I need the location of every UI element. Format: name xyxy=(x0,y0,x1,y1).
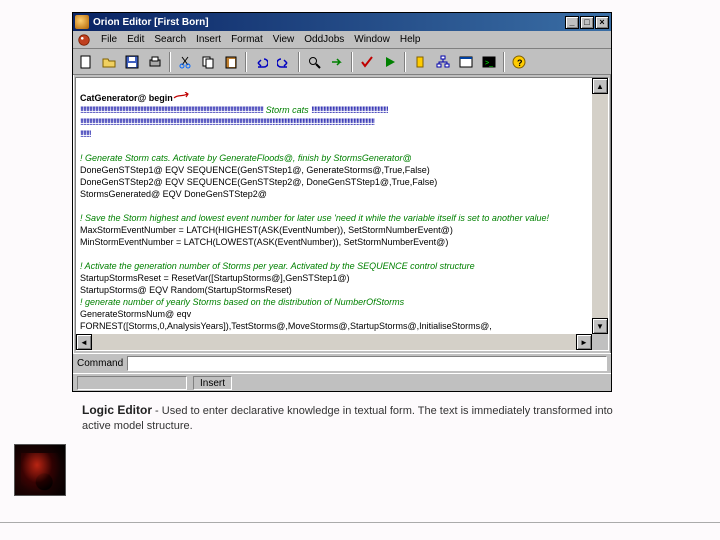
new-button[interactable] xyxy=(75,52,97,72)
menu-search[interactable]: Search xyxy=(154,34,186,45)
open-button[interactable] xyxy=(98,52,120,72)
scroll-right-button[interactable]: ► xyxy=(576,334,592,350)
scroll-up-button[interactable]: ▲ xyxy=(592,78,608,94)
menu-format[interactable]: Format xyxy=(231,34,263,45)
toolbar-separator xyxy=(298,52,300,72)
scroll-corner xyxy=(592,334,608,350)
horizontal-scrollbar[interactable]: ◄ ► xyxy=(76,334,592,350)
titlebar[interactable]: Orion Editor [First Born] _ □ × xyxy=(73,13,611,31)
nebula-thumbnail xyxy=(14,444,66,496)
tree-button[interactable] xyxy=(432,52,454,72)
toolbar-separator xyxy=(351,52,353,72)
save-button[interactable] xyxy=(121,52,143,72)
statusbar: Insert xyxy=(73,373,611,391)
goto-button[interactable] xyxy=(326,52,348,72)
command-label: Command xyxy=(77,358,123,369)
orion-menu-icon[interactable] xyxy=(77,33,91,47)
toolbar-separator xyxy=(245,52,247,72)
toolbar: >_ ? xyxy=(73,49,611,75)
command-bar: Command xyxy=(73,353,611,373)
editor-area: CatGenerator@ begin !!!!!!!!!!!!!!!!!!!!… xyxy=(75,77,609,351)
scroll-track[interactable] xyxy=(592,94,608,318)
menu-edit[interactable]: Edit xyxy=(127,34,144,45)
caption: Logic Editor - Used to enter declarative… xyxy=(82,402,642,435)
window-title: Orion Editor [First Born] xyxy=(93,17,209,28)
scroll-left-button[interactable]: ◄ xyxy=(76,334,92,350)
app-icon xyxy=(75,15,89,29)
command-input[interactable] xyxy=(127,356,607,371)
svg-text:?: ? xyxy=(517,58,523,68)
caption-dash: - xyxy=(152,405,162,417)
app-window: Orion Editor [First Born] _ □ × File Edi… xyxy=(72,12,612,392)
svg-text:>_: >_ xyxy=(485,60,493,67)
menu-oddjobs[interactable]: OddJobs xyxy=(304,34,344,45)
status-panel-insert: Insert xyxy=(193,376,232,390)
menu-file[interactable]: File xyxy=(101,34,117,45)
scroll-down-button[interactable]: ▼ xyxy=(592,318,608,334)
toolbar-separator xyxy=(503,52,505,72)
minimize-button[interactable]: _ xyxy=(565,16,579,29)
menubar: File Edit Search Insert Format View OddJ… xyxy=(73,31,611,49)
run-button[interactable] xyxy=(379,52,401,72)
toolbar-separator xyxy=(404,52,406,72)
console-button[interactable]: >_ xyxy=(478,52,500,72)
undo-button[interactable] xyxy=(250,52,272,72)
redo-button[interactable] xyxy=(273,52,295,72)
cut-button[interactable] xyxy=(174,52,196,72)
vertical-scrollbar[interactable]: ▲ ▼ xyxy=(592,78,608,334)
menu-insert[interactable]: Insert xyxy=(196,34,221,45)
window-button[interactable] xyxy=(455,52,477,72)
editor-text[interactable]: CatGenerator@ begin !!!!!!!!!!!!!!!!!!!!… xyxy=(76,78,608,351)
copy-button[interactable] xyxy=(197,52,219,72)
status-panel-1 xyxy=(77,376,187,390)
caption-title: Logic Editor xyxy=(82,403,152,417)
bookmark-button[interactable] xyxy=(409,52,431,72)
close-button[interactable]: × xyxy=(595,16,609,29)
toolbar-separator xyxy=(169,52,171,72)
scroll-track[interactable] xyxy=(92,334,576,350)
maximize-button[interactable]: □ xyxy=(580,16,594,29)
footer-rule xyxy=(0,522,720,523)
paste-button[interactable] xyxy=(220,52,242,72)
window-controls: _ □ × xyxy=(565,16,609,29)
menu-help[interactable]: Help xyxy=(400,34,421,45)
caption-text: Used to enter declarative knowledge in t… xyxy=(82,405,613,432)
print-button[interactable] xyxy=(144,52,166,72)
menu-window[interactable]: Window xyxy=(354,34,390,45)
help-button[interactable]: ? xyxy=(508,52,530,72)
menu-view[interactable]: View xyxy=(273,34,295,45)
check-button[interactable] xyxy=(356,52,378,72)
find-button[interactable] xyxy=(303,52,325,72)
